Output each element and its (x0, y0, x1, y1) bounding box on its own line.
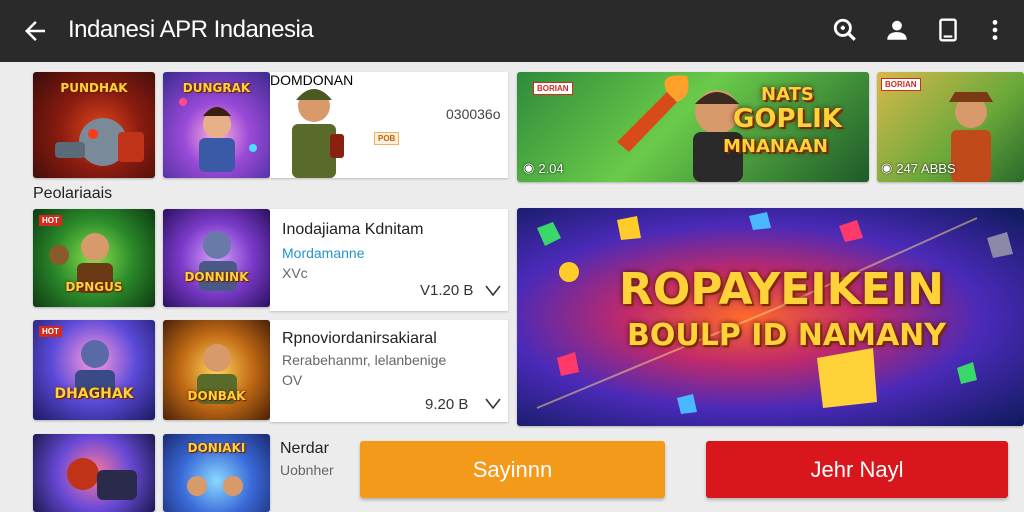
banner-tag: BORIAN (881, 78, 921, 91)
banner-headline: ROPAYEIKEIN (619, 264, 944, 315)
banner-subheadline: BOULP ID NAMANY (627, 318, 947, 353)
game-thumbnail[interactable]: HOT DHAGHAK (33, 320, 155, 420)
game-thumbnail[interactable] (33, 434, 155, 512)
ninja-character-art (199, 231, 237, 291)
thumbnail-caption: DUNGRAK (182, 81, 251, 95)
banner-line: GOPLIK (733, 104, 842, 134)
beast-character-art (67, 458, 137, 500)
section-title: Peolariaais (33, 185, 113, 202)
thumbnail-caption: DPNGUS (65, 280, 123, 294)
chevron-down-icon[interactable] (485, 398, 501, 410)
soldier-character-art (292, 89, 344, 178)
banner-stat: ◉ 2.04 (523, 160, 564, 176)
game-thumbnail[interactable]: HOT DPNGUS (33, 209, 155, 307)
featured-banner[interactable]: ROPAYEIKEIN BOULP ID NAMANY (517, 208, 1024, 426)
card-value: 030036o (446, 106, 501, 122)
banner-stat-value: 247 ABBS (896, 160, 956, 176)
item-subtitle: Rerabehanmr, lelanbenige (282, 352, 447, 368)
hot-badge: HOT (39, 215, 62, 226)
thumbnail-caption: DONNINK (184, 270, 249, 284)
list-item[interactable]: Inodajiama Kdnitam Mordamanne XVc V1.20 … (270, 209, 508, 311)
featured-game-card[interactable]: DOMDONAN 030036o POB (270, 72, 508, 178)
game-thumbnail[interactable]: DUNGRAK (163, 72, 270, 178)
list-item[interactable]: Rpnoviordanirsakiaral Rerabehanmr, lelan… (270, 320, 508, 422)
app-title: Indanesi APR Indanesia (68, 16, 314, 43)
thumbnail-caption: DONIAKI (187, 441, 246, 455)
game-thumbnail[interactable]: PUNDHAK (33, 72, 155, 178)
banner-tag: BORIAN (533, 82, 573, 95)
thumbnail-caption: PUNDHAK (60, 81, 128, 95)
item-title: Nerdar (280, 440, 329, 457)
search-icon[interactable] (832, 17, 858, 43)
hot-badge: HOT (39, 326, 62, 337)
primary-button[interactable]: Sayinnn (360, 441, 665, 498)
eye-icon: ◉ (881, 160, 893, 175)
fighter-character-art (197, 344, 237, 404)
game-thumbnail[interactable]: DONNINK (163, 209, 270, 307)
item-subtitle[interactable]: Mordamanne (282, 245, 365, 261)
item-meta: XVc (282, 265, 308, 281)
banner-line: MNANAAN (723, 136, 828, 157)
item-meta: OV (282, 372, 303, 388)
back-arrow-icon[interactable] (20, 16, 50, 46)
thumbnail-caption: DONBAK (187, 389, 246, 403)
secondary-button[interactable]: Jehr Nayl (706, 441, 1008, 498)
item-price: 9.20 B (425, 396, 469, 413)
more-vert-icon[interactable] (982, 17, 1008, 43)
banner-stat-value: 2.04 (538, 160, 564, 176)
item-title: Rpnoviordanirsakiaral (282, 330, 437, 347)
eye-icon: ◉ (523, 160, 535, 175)
content-area: PUNDHAK DUNGRAK DOMDONAN 030036o POB BOR… (0, 62, 1024, 512)
promo-banner[interactable]: BORIAN NATS GOPLIK MNANAAN ◉ 2.04 (517, 72, 869, 182)
app-bar: Indanesi APR Indanesia (0, 0, 1024, 62)
chevron-down-icon[interactable] (485, 285, 501, 297)
banner-stat: ◉ 247 ABBS (881, 160, 956, 176)
item-subtitle: Uobnher (280, 462, 334, 478)
game-thumbnail[interactable]: DONIAKI (163, 434, 270, 512)
gem-burst-art (536, 212, 1013, 414)
item-price: V1.20 B (420, 282, 474, 299)
promo-banner[interactable]: BORIAN ◉ 247 ABBS (877, 72, 1024, 182)
banner-line: NATS (761, 84, 814, 105)
item-title: Inodajiama Kdnitam (282, 221, 424, 238)
card-badge: POB (374, 132, 400, 145)
thumbnail-caption: DHAGHAK (54, 386, 134, 402)
account-icon[interactable] (884, 17, 910, 43)
tablet-icon[interactable] (935, 17, 961, 43)
game-thumbnail[interactable]: DONBAK (163, 320, 270, 420)
